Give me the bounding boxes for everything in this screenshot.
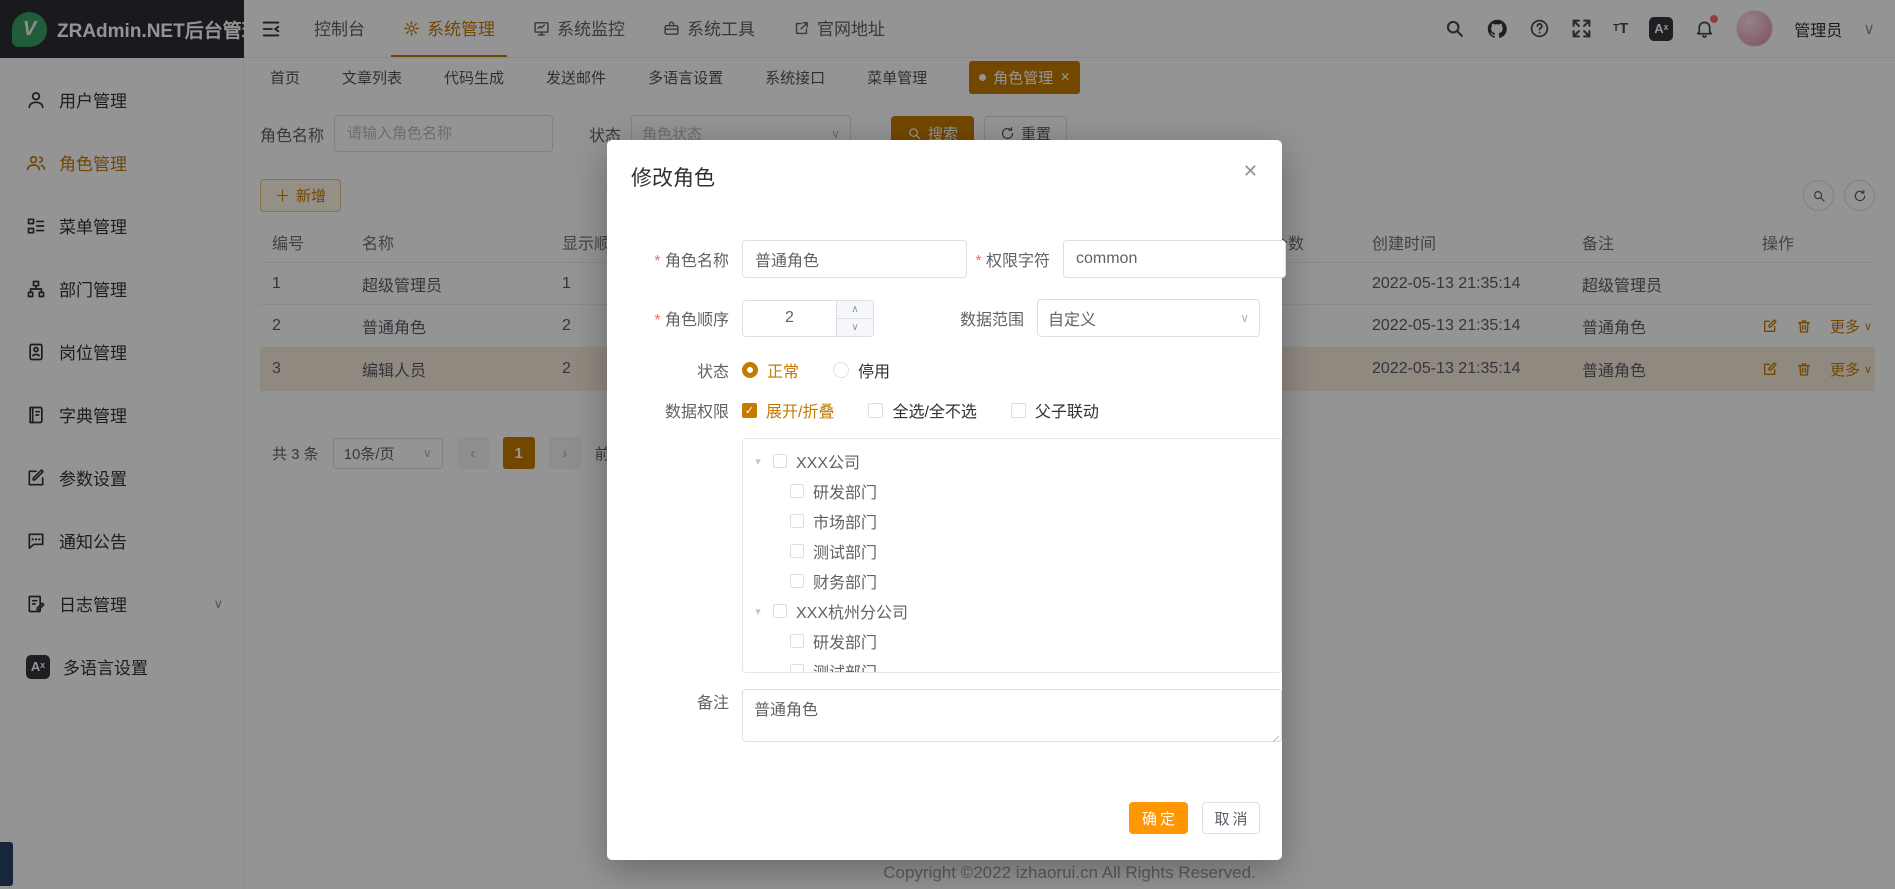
tree-checkbox[interactable] — [773, 604, 787, 618]
dialog-close-icon[interactable]: ✕ — [1243, 162, 1258, 180]
role-key-label: 权限字符 — [967, 247, 1050, 271]
checkbox-unchecked-icon — [1011, 403, 1026, 418]
select-all-label: 全选/全不选 — [892, 398, 976, 422]
expand-collapse-label: 展开/折叠 — [766, 398, 834, 422]
expand-collapse-checkbox[interactable]: ✓ 展开/折叠 — [742, 398, 834, 422]
spinner-down-icon[interactable]: ∨ — [837, 319, 873, 336]
data-scope-select[interactable]: 自定义 ∨ — [1037, 299, 1260, 337]
role-key-input[interactable] — [1063, 240, 1286, 278]
tree-node-company[interactable]: ▾ XXX杭州分公司 — [743, 596, 1281, 626]
role-order-label: 角色顺序 — [629, 306, 729, 330]
tree-node-label[interactable]: 测试部门 — [813, 539, 877, 563]
dept-tree: ▾ XXX公司 研发部门 市场部门 测试部门 财务部门 ▾ — [742, 438, 1282, 673]
tree-checkbox[interactable] — [790, 514, 804, 528]
tree-node-label[interactable]: 测试部门 — [813, 659, 877, 673]
role-name-input[interactable] — [742, 240, 967, 278]
cancel-button[interactable]: 取消 — [1202, 802, 1260, 834]
edit-role-dialog: 修改角色 ✕ 角色名称 权限字符 角色顺序 2 ∧ ∨ 数据范围 自定义 ∨ — [607, 140, 1282, 860]
tree-checkbox[interactable] — [790, 634, 804, 648]
data-scope-label: 数据范围 — [941, 306, 1024, 330]
form-row: 状态 正常 停用 — [629, 358, 1260, 382]
parent-child-link-checkbox[interactable]: 父子联动 — [1011, 398, 1099, 422]
data-perm-options: ✓ 展开/折叠 全选/全不选 父子联动 — [742, 398, 1099, 422]
tree-node-dept[interactable]: 研发部门 — [743, 626, 1281, 656]
status-normal-label: 正常 — [767, 358, 799, 382]
checkbox-unchecked-icon — [868, 403, 883, 418]
tree-node-label[interactable]: XXX公司 — [796, 449, 860, 473]
dialog-footer: 确定 取消 — [1129, 802, 1260, 834]
data-scope-value: 自定义 — [1048, 306, 1096, 330]
tree-checkbox[interactable] — [790, 664, 804, 673]
data-perm-label: 数据权限 — [629, 398, 729, 422]
tree-node-label[interactable]: 财务部门 — [813, 569, 877, 593]
tree-expand-caret-icon[interactable]: ▾ — [752, 455, 764, 468]
form-row: 角色顺序 2 ∧ ∨ 数据范围 自定义 ∨ — [629, 299, 1260, 337]
tree-node-label[interactable]: 研发部门 — [813, 479, 877, 503]
parent-child-link-label: 父子联动 — [1035, 398, 1099, 422]
form-row: 备注 普通角色 — [629, 689, 1260, 747]
dialog-body: 角色名称 权限字符 角色顺序 2 ∧ ∨ 数据范围 自定义 ∨ 状态 — [629, 192, 1260, 747]
tree-node-company[interactable]: ▾ XXX公司 — [743, 446, 1281, 476]
dialog-header: 修改角色 ✕ — [629, 140, 1260, 192]
chevron-down-icon: ∨ — [1240, 311, 1249, 325]
tree-node-dept[interactable]: 测试部门 — [743, 536, 1281, 566]
tree-node-label[interactable]: XXX杭州分公司 — [796, 599, 908, 623]
tree-node-label[interactable]: 市场部门 — [813, 509, 877, 533]
tree-checkbox[interactable] — [790, 484, 804, 498]
tree-node-dept[interactable]: 测试部门 — [743, 656, 1281, 673]
remark-textarea[interactable]: 普通角色 — [742, 689, 1282, 742]
radio-unselected-icon — [833, 362, 849, 378]
status-normal-radio[interactable]: 正常 — [742, 358, 799, 382]
role-order-input[interactable]: 2 ∧ ∨ — [742, 300, 874, 337]
corner-widget — [0, 842, 13, 886]
status-disabled-label: 停用 — [858, 358, 890, 382]
checkbox-checked-icon: ✓ — [742, 403, 757, 418]
select-all-checkbox[interactable]: 全选/全不选 — [868, 398, 976, 422]
dialog-title: 修改角色 — [631, 162, 715, 192]
tree-node-dept[interactable]: 市场部门 — [743, 506, 1281, 536]
tree-node-dept[interactable]: 财务部门 — [743, 566, 1281, 596]
tree-checkbox[interactable] — [790, 544, 804, 558]
form-row: 数据权限 ✓ 展开/折叠 全选/全不选 父子联动 — [629, 398, 1260, 422]
tree-expand-caret-icon[interactable]: ▾ — [752, 605, 764, 618]
tree-node-dept[interactable]: 研发部门 — [743, 476, 1281, 506]
spinner-up-icon[interactable]: ∧ — [837, 301, 873, 319]
status-label: 状态 — [629, 358, 729, 382]
number-spinner: ∧ ∨ — [836, 301, 873, 336]
form-row: 角色名称 权限字符 — [629, 240, 1260, 278]
confirm-button[interactable]: 确定 — [1129, 802, 1188, 834]
role-name-label: 角色名称 — [629, 247, 729, 271]
status-disabled-radio[interactable]: 停用 — [833, 358, 890, 382]
role-order-value: 2 — [743, 301, 836, 336]
status-radio-group: 正常 停用 — [742, 358, 890, 382]
radio-selected-icon — [742, 362, 758, 378]
tree-node-label[interactable]: 研发部门 — [813, 629, 877, 653]
tree-checkbox[interactable] — [773, 454, 787, 468]
remark-label: 备注 — [629, 694, 729, 714]
tree-checkbox[interactable] — [790, 574, 804, 588]
